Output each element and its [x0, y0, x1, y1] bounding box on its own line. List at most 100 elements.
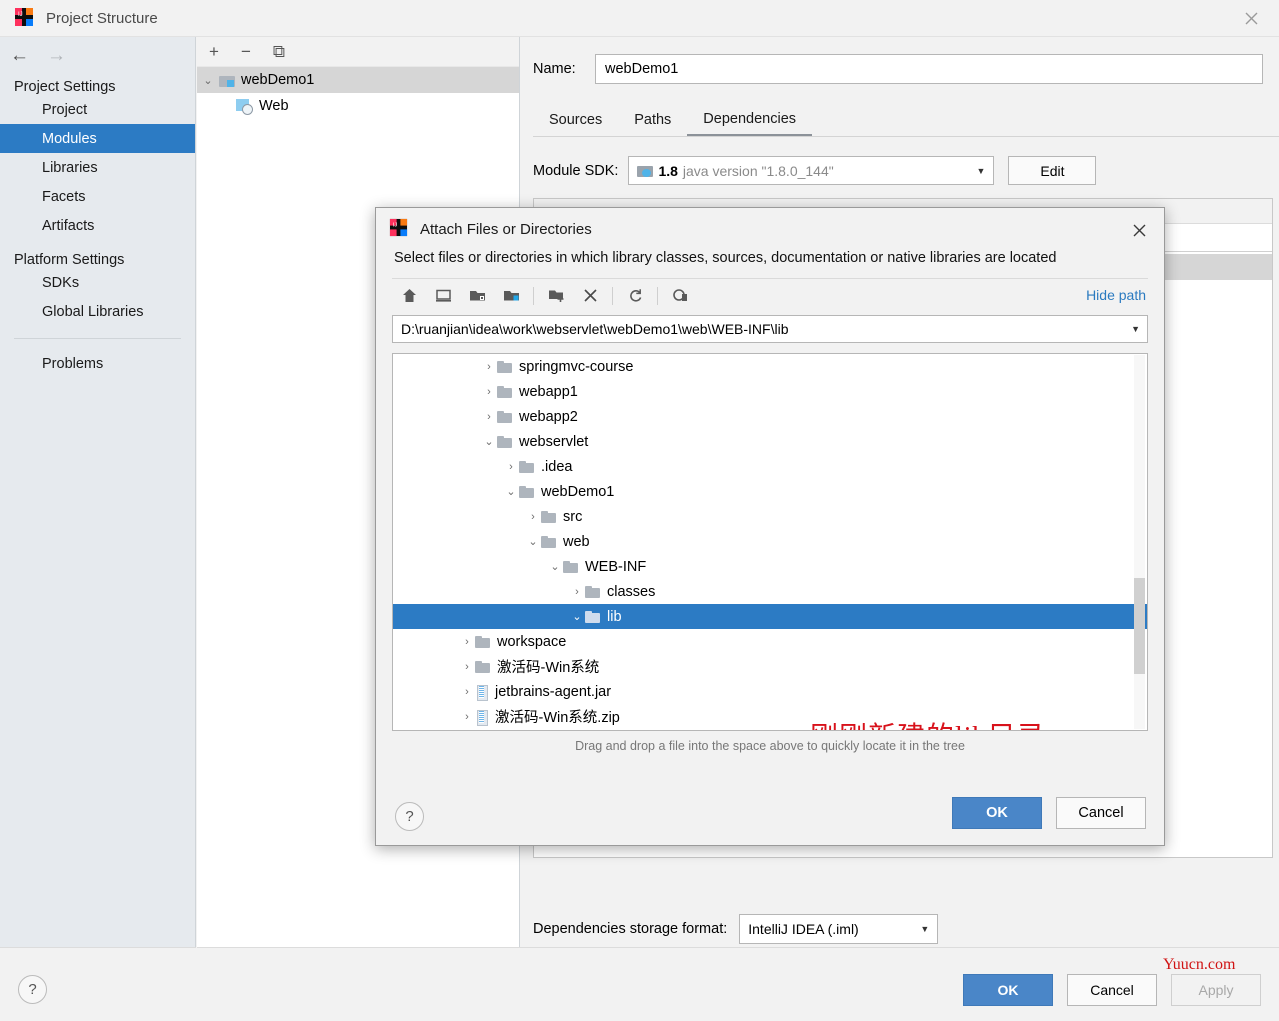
- tree-row-workspace[interactable]: › workspace: [393, 629, 1147, 654]
- tree-row-springmvc-course[interactable]: › springmvc-course: [393, 354, 1147, 379]
- tree-row-label: lib: [607, 608, 622, 625]
- remove-module-button[interactable]: −: [241, 43, 251, 60]
- path-value: D:\ruanjian\idea\work\webservlet\webDemo…: [401, 321, 789, 337]
- module-tree-row-web[interactable]: Web: [197, 93, 519, 119]
- chevron-right-icon[interactable]: ›: [459, 686, 475, 698]
- sidebar-item-libraries[interactable]: Libraries: [0, 153, 195, 182]
- chevron-right-icon[interactable]: ›: [459, 711, 475, 723]
- chevron-down-icon[interactable]: ▼: [977, 166, 986, 176]
- tree-row-jetbrains-agent-jar[interactable]: › jetbrains-agent.jar: [393, 679, 1147, 704]
- tree-row-lib[interactable]: ⌄ lib: [393, 604, 1147, 629]
- sidebar-nav-arrows: ← →: [0, 37, 195, 73]
- tree-row-web-inf[interactable]: ⌄ WEB-INF: [393, 554, 1147, 579]
- dialog-title: Attach Files or Directories: [420, 220, 592, 238]
- window-close-button[interactable]: [1223, 0, 1279, 36]
- module-folder-icon[interactable]: [494, 281, 528, 311]
- module-name-value: webDemo1: [605, 61, 679, 77]
- tab-paths[interactable]: Paths: [618, 104, 687, 136]
- chevron-down-icon[interactable]: ⌄: [547, 560, 563, 573]
- home-icon[interactable]: [392, 281, 426, 311]
- sidebar-item-global-libraries[interactable]: Global Libraries: [0, 297, 195, 326]
- show-hidden-files-icon[interactable]: [663, 281, 697, 311]
- sidebar-item-label: Project: [42, 101, 88, 118]
- file-chooser-toolbar: Hide path: [392, 278, 1148, 312]
- apply-button[interactable]: Apply: [1171, 974, 1261, 1006]
- chevron-right-icon[interactable]: ›: [481, 386, 497, 398]
- tree-row-label: .idea: [541, 458, 573, 475]
- tree-row-label: WEB-INF: [585, 558, 647, 575]
- sidebar-item-project[interactable]: Project: [0, 95, 195, 124]
- chevron-down-icon[interactable]: ⌄: [525, 535, 541, 548]
- chevron-down-icon[interactable]: ⌄: [197, 74, 219, 87]
- tree-row-webservlet[interactable]: ⌄ webservlet: [393, 429, 1147, 454]
- cancel-button[interactable]: Cancel: [1067, 974, 1157, 1006]
- tab-dependencies[interactable]: Dependencies: [687, 104, 813, 136]
- tree-row-webapp1[interactable]: › webapp1: [393, 379, 1147, 404]
- chevron-right-icon[interactable]: ›: [459, 636, 475, 648]
- arrow-right-icon[interactable]: →: [47, 46, 66, 65]
- module-tree-row-webdemo1[interactable]: ⌄ webDemo1: [197, 67, 519, 93]
- chevron-right-icon[interactable]: ›: [503, 461, 519, 473]
- sidebar-item-facets[interactable]: Facets: [0, 182, 195, 211]
- sdk-version: 1.8: [658, 162, 678, 179]
- chevron-down-icon[interactable]: ▼: [920, 924, 929, 934]
- storage-format-select[interactable]: IntelliJ IDEA (.iml) ▼: [739, 914, 939, 944]
- folder-icon: [497, 410, 512, 423]
- add-module-button[interactable]: +: [209, 43, 219, 60]
- chevron-right-icon[interactable]: ›: [525, 511, 541, 523]
- dialog-ok-label: OK: [986, 805, 1008, 821]
- sidebar-item-problems[interactable]: Problems: [0, 349, 195, 378]
- refresh-icon[interactable]: [618, 281, 652, 311]
- chevron-right-icon[interactable]: ›: [459, 661, 475, 673]
- new-folder-icon[interactable]: [539, 281, 573, 311]
- tree-row-idea[interactable]: › .idea: [393, 454, 1147, 479]
- tree-row-webapp2[interactable]: › webapp2: [393, 404, 1147, 429]
- path-combobox[interactable]: D:\ruanjian\idea\work\webservlet\webDemo…: [392, 315, 1148, 343]
- dialog-cancel-button[interactable]: Cancel: [1056, 797, 1146, 829]
- chevron-down-icon[interactable]: ⌄: [569, 610, 585, 623]
- sidebar-item-label: Problems: [42, 355, 104, 372]
- sidebar-item-modules[interactable]: Modules: [0, 124, 195, 153]
- tree-scrollbar-thumb[interactable]: [1134, 578, 1145, 674]
- web-facet-icon: [236, 99, 253, 115]
- tree-row-webdemo1[interactable]: ⌄ webDemo1: [393, 479, 1147, 504]
- dialog-help-button[interactable]: ?: [395, 802, 424, 831]
- desktop-icon[interactable]: [426, 281, 460, 311]
- sidebar-item-sdks[interactable]: SDKs: [0, 268, 195, 297]
- dialog-close-button[interactable]: [1128, 219, 1150, 241]
- module-name-input[interactable]: webDemo1: [595, 54, 1263, 84]
- chevron-right-icon[interactable]: ›: [569, 586, 585, 598]
- edit-sdk-button[interactable]: Edit: [1008, 156, 1097, 185]
- delete-icon[interactable]: [573, 281, 607, 311]
- help-button[interactable]: ?: [18, 975, 47, 1004]
- tree-row-label: 激活码-Win系统: [497, 660, 600, 676]
- chevron-down-icon[interactable]: ▼: [1131, 324, 1140, 334]
- folder-icon: [541, 510, 556, 523]
- tree-row-classes[interactable]: › classes: [393, 579, 1147, 604]
- tab-label: Dependencies: [703, 111, 797, 127]
- chevron-right-icon[interactable]: ›: [481, 411, 497, 423]
- ok-button[interactable]: OK: [963, 974, 1053, 1006]
- hide-path-link[interactable]: Hide path: [1086, 287, 1146, 303]
- toolbar-separator: [612, 286, 613, 305]
- tree-row-activation-code-win[interactable]: › 激活码-Win系统: [393, 654, 1147, 679]
- chevron-down-icon[interactable]: ⌄: [481, 435, 497, 448]
- tab-sources[interactable]: Sources: [533, 104, 618, 136]
- module-sdk-row: Module SDK: 1.8 java version "1.8.0_144"…: [533, 156, 1279, 185]
- sidebar-item-label: Libraries: [42, 159, 98, 176]
- tree-row-web[interactable]: ⌄ web: [393, 529, 1147, 554]
- storage-format-row: Dependencies storage format: IntelliJ ID…: [533, 914, 939, 944]
- sidebar-item-artifacts[interactable]: Artifacts: [0, 211, 195, 240]
- tree-row-src[interactable]: › src: [393, 504, 1147, 529]
- module-sdk-select[interactable]: 1.8 java version "1.8.0_144" ▼: [628, 156, 995, 185]
- file-tree[interactable]: › springmvc-course › webapp1 › webapp2 ⌄…: [392, 353, 1148, 731]
- chevron-down-icon[interactable]: ⌄: [503, 485, 519, 498]
- folder-icon: [497, 385, 512, 398]
- copy-module-button[interactable]: ⧉: [273, 43, 285, 60]
- module-name-row: Name: webDemo1: [533, 54, 1279, 84]
- folder-icon: [519, 485, 534, 498]
- project-folder-icon[interactable]: [460, 281, 494, 311]
- dialog-ok-button[interactable]: OK: [952, 797, 1042, 829]
- chevron-right-icon[interactable]: ›: [481, 361, 497, 373]
- arrow-left-icon[interactable]: ←: [10, 46, 29, 65]
